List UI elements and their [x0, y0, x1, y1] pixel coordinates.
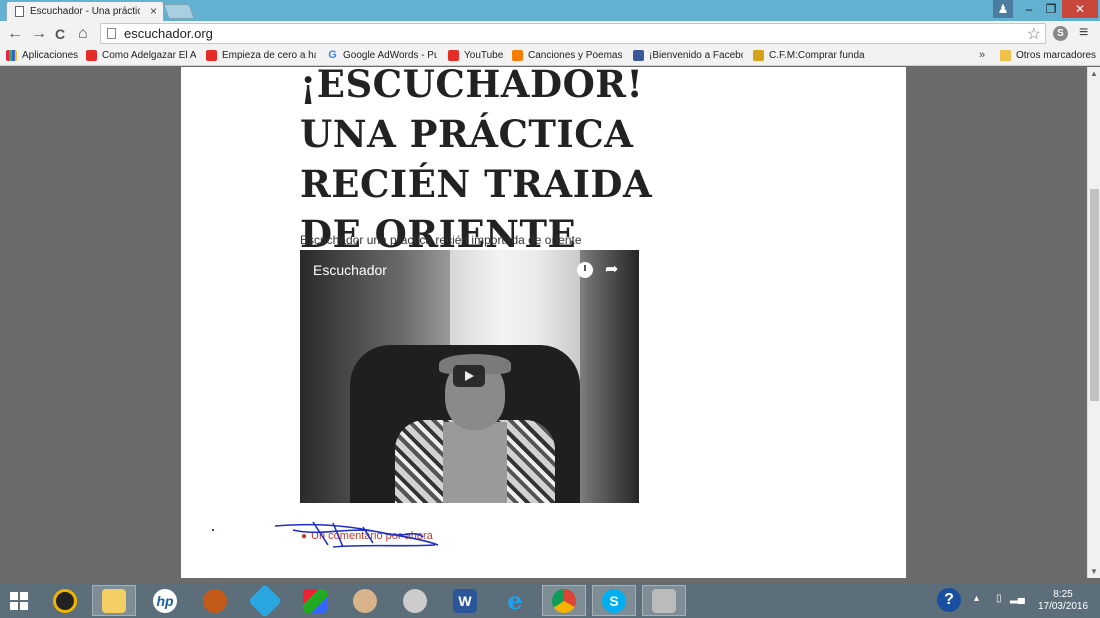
menu-icon[interactable]: ≡ — [1079, 24, 1088, 42]
bookmark-label: ¡Bienvenido a Facebo — [649, 50, 743, 61]
rocket-icon[interactable] — [243, 583, 287, 618]
video-title[interactable]: Escuchador — [313, 262, 387, 278]
bookmarks-overflow-chevron[interactable]: » — [979, 49, 985, 61]
post-excerpt: Escuchador una practica recién importada… — [300, 233, 582, 247]
scroll-thumb[interactable] — [1090, 189, 1099, 401]
url-text: escuchador.org — [124, 26, 213, 41]
bookmark-label: Canciones y Poemas — [528, 50, 622, 61]
maximize-button[interactable]: ❐ — [1040, 0, 1062, 18]
scroll-down-arrow-icon[interactable]: ▼ — [1090, 567, 1098, 576]
facebook-icon — [633, 50, 644, 61]
windows-taskbar: hp W e S ? ▴ ▯ ▂▄ 8:25 17/03/2016 — [0, 583, 1100, 618]
video-person-undershirt — [443, 422, 507, 503]
battery-icon[interactable]: ▯ — [996, 593, 1002, 604]
media-icon[interactable] — [43, 585, 87, 616]
bookmarks-bar: Aplicaciones Como Adelgazar El Al Empiez… — [0, 47, 1100, 66]
page-viewport: ¡ESCUCHADOR! UNA PRÁCTICA RECIÉN TRAIDA … — [0, 67, 1087, 578]
back-icon[interactable]: ← — [7, 25, 23, 43]
apps-icon — [6, 50, 17, 61]
minimize-button[interactable]: – — [1018, 0, 1040, 18]
bookmark-como-adelgazar[interactable]: Como Adelgazar El Al — [86, 50, 196, 61]
glove-icon[interactable] — [193, 585, 237, 616]
bookmark-youtube[interactable]: YouTube — [448, 50, 506, 61]
bookmark-label: Otros marcadores — [1016, 50, 1097, 61]
post-title[interactable]: ¡ESCUCHADOR! UNA PRÁCTICA RECIÉN TRAIDA … — [300, 67, 720, 259]
browser-toolbar: ← → C ⌂ escuchador.org ☆ — [0, 21, 1100, 47]
bookmark-star-icon[interactable]: ☆ — [1027, 24, 1041, 44]
bookmark-label: Aplicaciones — [22, 50, 79, 61]
skype-icon[interactable]: S — [592, 585, 636, 616]
bookmark-label: C.F.M:Comprar funda — [769, 50, 865, 61]
user-profile-icon[interactable]: ♟ — [993, 0, 1013, 18]
folder-icon — [1000, 50, 1011, 61]
watch-later-icon[interactable] — [577, 262, 593, 278]
close-window-button[interactable]: ✕ — [1062, 0, 1098, 18]
new-tab-button[interactable] — [163, 4, 195, 19]
skype-extension-icon[interactable]: S — [1053, 26, 1068, 41]
network-icon[interactable] — [393, 585, 437, 616]
tab-title: Escuchador - Una práctica — [30, 6, 140, 17]
help-icon[interactable]: ? — [937, 588, 961, 612]
google-icon: G — [328, 50, 337, 61]
paint-icon[interactable] — [343, 585, 387, 616]
windows-start-icon[interactable] — [10, 592, 28, 610]
tray-expand-arrow-icon[interactable]: ▴ — [974, 593, 979, 604]
video-embed[interactable]: Escuchador ➦ — [300, 250, 639, 503]
bookmark-canciones-y-poemas[interactable]: Canciones y Poemas — [512, 50, 622, 61]
bookmark-facebook[interactable]: ¡Bienvenido a Facebo — [633, 50, 743, 61]
bookmark-otros-marcadores[interactable]: Otros marcadores — [1000, 50, 1098, 61]
youtube-icon — [86, 50, 97, 61]
bookmark-empieza-de-cero[interactable]: Empieza de cero a ha — [206, 50, 316, 61]
page-scrollbar[interactable]: ▲ ▼ — [1087, 67, 1100, 578]
bookmark-label: Como Adelgazar El Al — [102, 50, 196, 61]
forward-icon[interactable]: → — [31, 25, 47, 43]
system-clock[interactable]: 8:25 17/03/2016 — [1033, 589, 1093, 613]
word-icon[interactable]: W — [443, 585, 487, 616]
cfm-icon — [753, 50, 764, 61]
bookmark-google-adwords[interactable]: G Google AdWords - Pu — [327, 50, 437, 61]
puzzle-icon[interactable] — [293, 585, 337, 616]
play-button[interactable] — [453, 365, 485, 387]
bookmark-label: Google AdWords - Pu — [343, 50, 437, 61]
address-bar[interactable]: escuchador.org ☆ — [100, 23, 1046, 44]
camera-icon[interactable] — [642, 585, 686, 616]
bookmark-cfm[interactable]: C.F.M:Comprar funda — [753, 50, 865, 61]
bookmark-label: YouTube — [464, 50, 504, 61]
bookmark-label: Empieza de cero a ha — [222, 50, 316, 61]
blogger-icon — [512, 50, 523, 61]
chrome-icon[interactable] — [542, 585, 586, 616]
ie-icon[interactable]: e — [493, 585, 537, 616]
close-tab-icon[interactable]: × — [150, 4, 157, 18]
hp-icon[interactable]: hp — [143, 585, 187, 616]
page-icon — [107, 28, 116, 39]
pen-scribble — [274, 521, 439, 548]
reload-icon[interactable]: C — [55, 26, 65, 42]
scroll-up-arrow-icon[interactable]: ▲ — [1090, 69, 1098, 78]
tab-strip: Escuchador - Una práctica × ♟ – ❐ ✕ — [0, 0, 1100, 21]
clock-time: 8:25 — [1053, 589, 1073, 600]
article: ¡ESCUCHADOR! UNA PRÁCTICA RECIÉN TRAIDA … — [181, 67, 906, 578]
wifi-icon[interactable]: ▂▄ — [1010, 593, 1025, 604]
youtube-icon — [448, 50, 459, 61]
clock-date: 17/03/2016 — [1037, 601, 1089, 612]
share-icon[interactable]: ➦ — [605, 259, 618, 279]
bookmark-aplicaciones[interactable]: Aplicaciones — [6, 50, 80, 61]
youtube-icon — [206, 50, 217, 61]
page-icon — [15, 6, 24, 17]
browser-tab[interactable]: Escuchador - Una práctica × — [6, 1, 164, 21]
scribble-dot — [212, 529, 214, 531]
file-explorer-icon[interactable] — [92, 585, 136, 616]
home-icon[interactable]: ⌂ — [78, 25, 88, 43]
